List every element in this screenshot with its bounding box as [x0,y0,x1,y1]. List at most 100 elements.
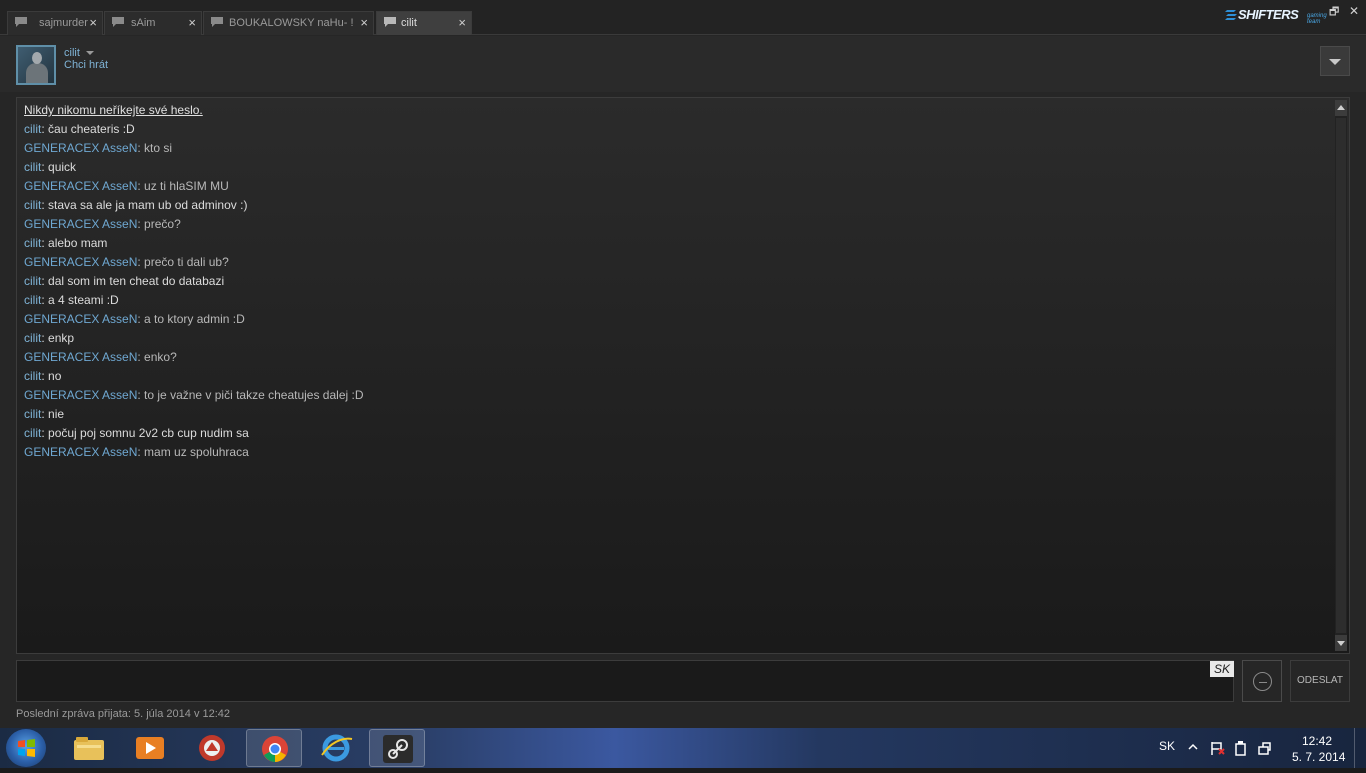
clock-date[interactable]: 5. 7. 2014 [1292,750,1345,764]
friend-status: Chci hrát [64,59,109,71]
last-message-info: Poslední zpráva přijata: 5. júla 2014 v … [16,708,231,720]
message-sender[interactable]: cilit [24,293,41,307]
language-badge: SK [1210,661,1234,677]
chat-header: cilit Chci hrát [0,36,1366,92]
close-window-button[interactable]: ✕ [1349,5,1359,17]
brand-name: SHIFTERS [1238,7,1299,22]
restore-window-button[interactable]: 🗗 [1329,6,1339,18]
message-sender[interactable]: GENERACEX AsseN [24,141,137,155]
message-sender[interactable]: cilit [24,426,41,440]
message-sender[interactable]: GENERACEX AsseN [24,445,137,459]
show-desktop-button[interactable] [1354,728,1366,768]
tab-cilit[interactable]: cilit × [376,11,472,35]
taskbar-internet-explorer[interactable] [308,729,364,767]
message-row: GENERACEX AsseN: prečo ti dali ub? [24,255,229,269]
message-row: cilit: no [24,369,62,383]
message-text: a 4 steami :D [48,293,119,307]
chat-log[interactable]: Nikdy nikomu neříkejte své heslo. cilit:… [16,97,1350,654]
scroll-up-button[interactable] [1335,100,1347,116]
message-sender[interactable]: GENERACEX AsseN [24,312,137,326]
taskbar-steam[interactable] [369,729,425,767]
taskbar-media-player[interactable] [122,729,178,767]
close-tab-icon[interactable]: × [188,12,196,34]
tab-label: cilit [401,17,417,29]
message-sender[interactable]: GENERACEX AsseN [24,217,137,231]
message-text: prečo ti dali ub? [144,255,229,269]
message-row: cilit: nie [24,407,65,421]
message-input[interactable] [16,660,1234,702]
chevron-down-icon[interactable] [86,51,94,55]
message-row: GENERACEX AsseN: prečo? [24,217,181,231]
start-button[interactable] [6,729,46,767]
taskbar-explorer[interactable] [61,729,117,767]
scroll-thumb[interactable] [1336,118,1346,633]
scroll-down-button[interactable] [1335,635,1347,651]
message-row: cilit: počuj poj somnu 2v2 cb cup nudim … [24,426,249,440]
message-sender[interactable]: cilit [24,122,41,136]
message-row: cilit: dal som im ten cheat do databazi [24,274,225,288]
tab-label: sAim [131,17,156,29]
message-sender[interactable]: cilit [24,331,41,345]
chat-bubble-icon [384,17,396,27]
brand-logo: SHIFTERS gaming team [1225,7,1340,25]
message-text: dal som im ten cheat do databazi [48,274,225,288]
clock-time[interactable]: 12:42 [1302,734,1332,748]
close-tab-icon[interactable]: × [458,12,466,34]
message-text: enko? [144,350,177,364]
message-text: stava sa ale ja mam ub od adminov :) [48,198,248,212]
chat-bubble-icon [15,17,27,27]
message-text: uz ti hlaSIM MU [144,179,229,193]
tab-label: sajmurder [39,17,88,29]
show-hidden-icons-icon[interactable] [1188,743,1198,751]
message-row: cilit: quick [24,160,77,174]
message-sender[interactable]: cilit [24,236,41,250]
chat-window: sajmurder × sAim × BOUKALOWSKY naHu- ! ×… [0,0,1366,728]
removable-device-icon[interactable] [1234,740,1248,756]
scrollbar[interactable] [1335,100,1347,651]
send-button[interactable]: ODESLAT [1290,660,1350,702]
message-text: quick [48,160,77,174]
chevron-down-icon [1329,59,1341,65]
message-row: GENERACEX AsseN: enko? [24,350,177,364]
tab-boukalowsky[interactable]: BOUKALOWSKY naHu- ! × [203,11,374,35]
chat-options-button[interactable] [1320,46,1350,76]
friend-name[interactable]: cilit [64,47,80,59]
close-tab-icon[interactable]: × [89,12,97,34]
message-row: GENERACEX AsseN: uz ti hlaSIM MU [24,179,229,193]
windows-logo-icon [18,739,35,757]
arrow-down-icon [1337,641,1345,646]
message-text: nie [48,407,65,421]
message-sender[interactable]: GENERACEX AsseN [24,388,137,402]
explorer-icon [74,737,104,760]
input-language[interactable]: SK [1159,739,1175,753]
message-row: cilit: čau cheateris :D [24,122,135,136]
shifters-logo-icon [1225,10,1237,20]
message-text: mam uz spoluhraca [144,445,249,459]
message-sender[interactable]: GENERACEX AsseN [24,350,137,364]
emoticon-button[interactable] [1242,660,1282,702]
message-text: kto si [144,141,173,155]
network-icon[interactable] [1257,740,1273,756]
taskbar-chrome[interactable] [246,729,302,767]
message-row: cilit: enkp [24,331,75,345]
tab-saim[interactable]: sAim × [104,11,202,35]
message-sender[interactable]: cilit [24,407,41,421]
chrome-icon [262,736,288,762]
message-sender[interactable]: cilit [24,198,41,212]
game-app-icon [199,735,225,761]
steam-icon [383,735,413,763]
message-sender[interactable]: GENERACEX AsseN [24,179,137,193]
message-sender[interactable]: cilit [24,274,41,288]
close-tab-icon[interactable]: × [360,12,368,34]
avatar[interactable] [16,45,56,85]
message-text: to je važne v piči takze cheatujes dalej… [144,388,364,402]
message-sender[interactable]: cilit [24,160,41,174]
tab-sajmurder[interactable]: sajmurder × [7,11,103,35]
tab-bar: sajmurder × sAim × BOUKALOWSKY naHu- ! ×… [0,0,1366,35]
message-text: prečo? [144,217,181,231]
taskbar-game-app[interactable] [184,729,240,767]
message-sender[interactable]: cilit [24,369,41,383]
action-center-flag-icon[interactable] [1210,741,1226,756]
message-sender[interactable]: GENERACEX AsseN [24,255,137,269]
message-text: enkp [48,331,75,345]
